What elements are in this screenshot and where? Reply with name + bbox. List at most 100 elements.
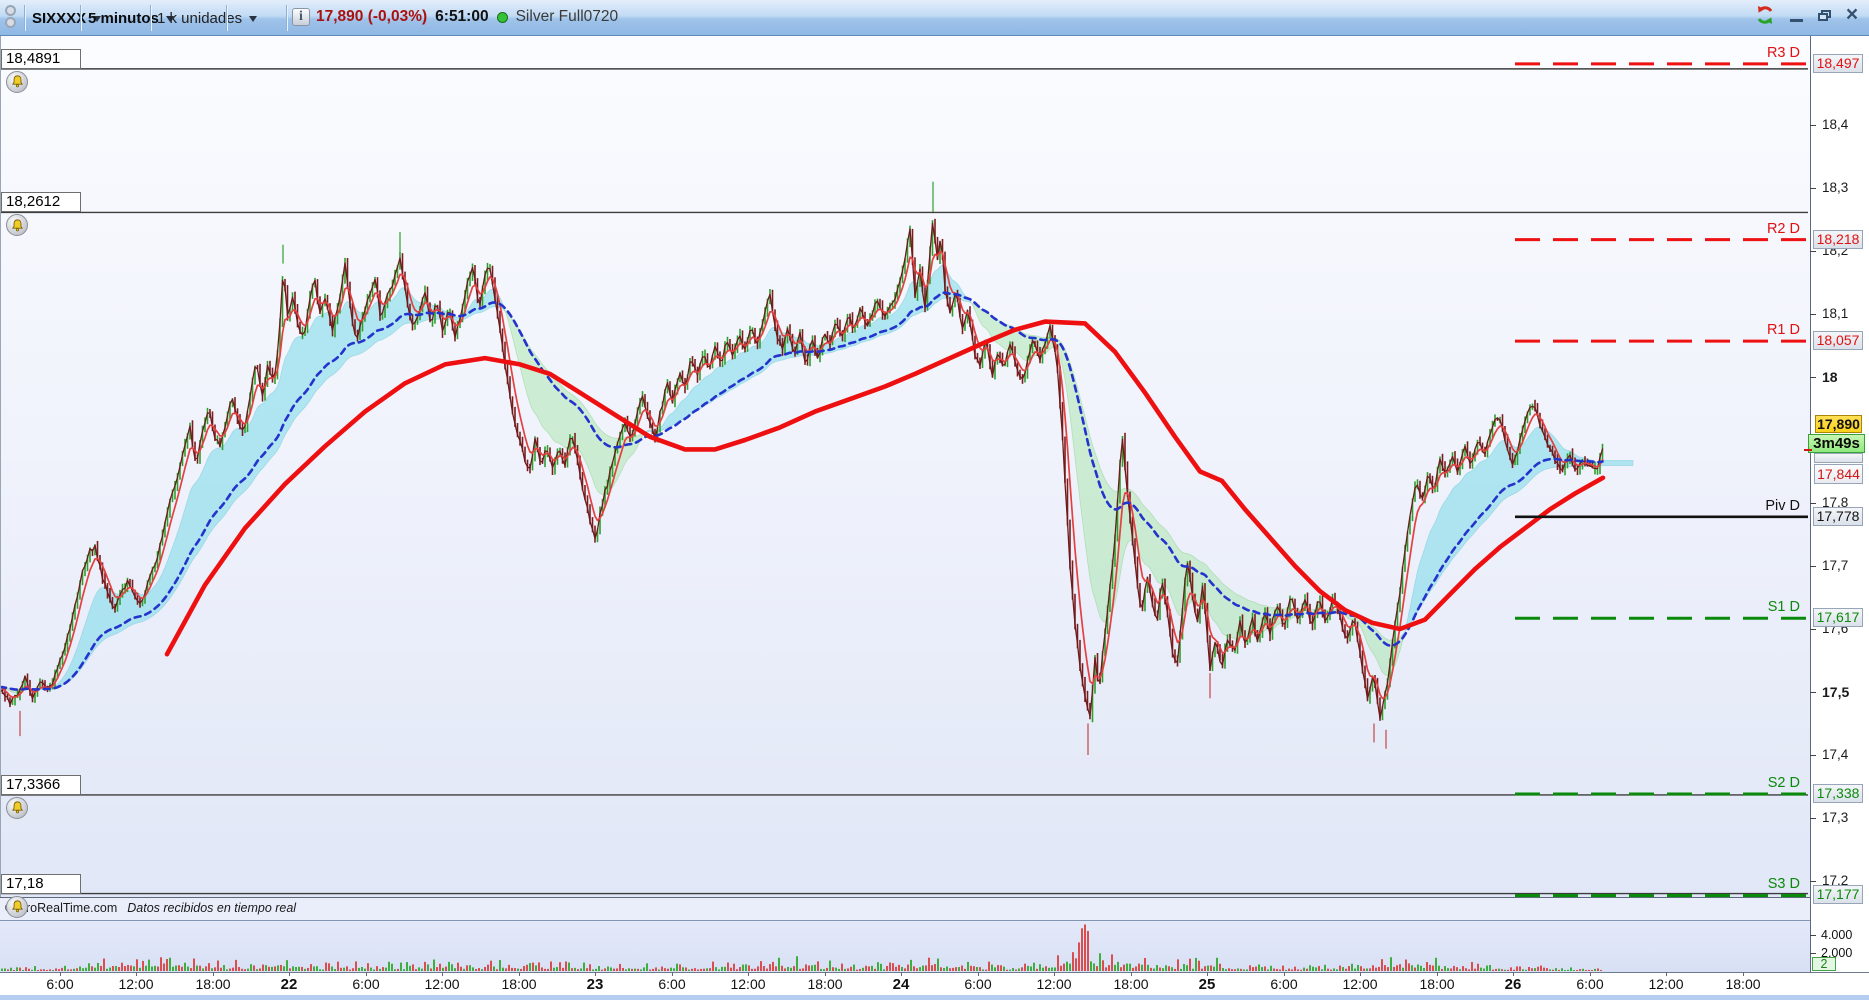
price-axis-label: 18,4 (1822, 117, 1849, 132)
pivot-axis-label: 17,778 (1813, 506, 1863, 526)
time-axis-label: 26 (1504, 976, 1522, 993)
pivot-axis-label: 17,177 (1813, 885, 1863, 905)
price-axis-label: 18,3 (1822, 180, 1849, 195)
volume-axis-tick (1810, 935, 1816, 936)
pivot-axis-label: 18,057 (1813, 331, 1863, 351)
time-axis-label: 25 (1198, 976, 1216, 993)
units-label: 1 k unidades (157, 9, 243, 27)
alert-price-label: 17,3366 (1, 774, 81, 795)
toolbar-separator (286, 5, 287, 31)
toolbar-separator (80, 5, 81, 31)
time-axis-label: 18:00 (1113, 976, 1149, 992)
price-axis-tick (1810, 187, 1816, 189)
instrument-label: SIXXXX (32, 9, 87, 27)
alert-price-label: 17,18 (1, 873, 81, 894)
time-axis-label: 6:00 (964, 976, 992, 992)
time-axis-label: 6:00 (658, 976, 686, 992)
refresh-icon[interactable] (1753, 4, 1777, 26)
window-grip-icon[interactable] (5, 5, 19, 31)
price-axis-label: 17,5 (1822, 684, 1850, 700)
close-button[interactable]: × (1843, 4, 1861, 26)
price-axis-tick (1810, 754, 1816, 756)
price-chart-pane[interactable] (0, 36, 1810, 897)
time-axis-label: 18:00 (501, 976, 537, 992)
time-axis-label: 22 (280, 976, 298, 993)
window-buttons: × (1753, 4, 1861, 26)
alert-bell-icon[interactable] (6, 70, 28, 93)
pivot-level-name: S1 D (1767, 599, 1800, 616)
pivot-axis-label: 17,338 (1813, 784, 1863, 804)
alert-price-label: 18,4891 (1, 48, 81, 69)
last-price-label: 17,890 (1815, 415, 1862, 433)
price-axis-tick (1810, 313, 1816, 315)
time-axis-label: 18:00 (195, 976, 231, 992)
price-axis-label: 17,3 (1822, 810, 1849, 825)
application-window: SIXXXX 5 minutos 1 k unidades i 17,890 (… (0, 0, 1869, 1000)
price-axis-tick (1810, 628, 1816, 630)
last-price-change: 17,890 (-0,03%) (316, 8, 428, 25)
alert-bell-icon[interactable] (6, 796, 28, 819)
timeframe-label: 5 minutos (88, 9, 159, 27)
obscured-price-label (1814, 453, 1863, 463)
connection-status-icon (496, 11, 508, 23)
time-axis-label: 12:00 (424, 976, 460, 992)
volume-axis-tick (1810, 953, 1816, 954)
time-axis-label: 18:00 (1419, 976, 1455, 992)
countdown-label: 3m49s (1808, 434, 1865, 453)
time-axis-label: 6:00 (1270, 976, 1298, 992)
time-axis-label: 23 (586, 976, 604, 993)
pivot-level-name: R3 D (1766, 44, 1800, 61)
pivot-axis-label: 18,497 (1813, 53, 1863, 73)
title-bar: SIXXXX 5 minutos 1 k unidades i 17,890 (… (0, 0, 1869, 36)
time-axis-label: 12:00 (1036, 976, 1072, 992)
price-axis-tick (1810, 502, 1816, 504)
price-axis-label: 18 (1822, 369, 1838, 385)
last-volume-badge: 2 (1812, 957, 1836, 971)
copyright-line: © ProRealTime.com Datos recibidos en tiem… (5, 901, 296, 915)
feed-status-text: Datos recibidos en tiempo real (127, 901, 297, 915)
time-axis-label: 6:00 (1576, 976, 1604, 992)
time-axis-label: 12:00 (118, 976, 154, 992)
price-axis-tick (1810, 817, 1816, 819)
window-bottom-border (0, 995, 1869, 1000)
minimize-button[interactable] (1787, 4, 1805, 26)
price-axis-label: 17,4 (1822, 747, 1849, 762)
time-axis-label: 6:00 (46, 976, 74, 992)
price-axis-tick (1810, 376, 1816, 378)
time-axis-label: 18:00 (1725, 976, 1761, 992)
pivot-axis-label: 17,617 (1813, 608, 1863, 628)
info-icon[interactable]: i (292, 8, 310, 26)
quote-area: 17,890 (-0,03%) 6:51:00 Silver Full0720 (316, 8, 618, 26)
price-axis-tick (1810, 565, 1816, 567)
toolbar-separator (24, 5, 25, 31)
time-axis-label: 12:00 (1342, 976, 1378, 992)
pivot-axis-label: 18,218 (1813, 229, 1863, 249)
time-axis-label: 18:00 (807, 976, 843, 992)
price-axis-tick (1810, 880, 1816, 882)
restore-button[interactable] (1815, 4, 1833, 26)
pivot-level-name: Piv D (1765, 497, 1800, 514)
pivot-level-name: R1 D (1766, 322, 1800, 339)
price-axis-tick (1810, 124, 1816, 126)
alert-bell-icon[interactable] (6, 895, 28, 918)
toolbar-separator (226, 5, 227, 31)
quote-time: 6:51:00 (435, 8, 489, 25)
pivot-level-name: R2 D (1766, 220, 1800, 237)
pivot-level-name: S2 D (1767, 775, 1800, 792)
volume-axis-label: 4.000 (1821, 928, 1853, 942)
current-price-marker (1804, 449, 1812, 451)
feed-name: Silver Full0720 (515, 8, 619, 25)
price-axis-tick (1810, 691, 1816, 693)
volume-pane[interactable] (0, 920, 1810, 972)
toolbar-separator (150, 5, 151, 31)
price-axis-label: 18,1 (1822, 306, 1849, 321)
time-axis-label: 6:00 (352, 976, 380, 992)
alert-price-label: 18,2612 (1, 192, 81, 213)
time-axis-label: 12:00 (730, 976, 766, 992)
units-dropdown[interactable]: 1 k unidades (157, 7, 258, 29)
time-axis-label: 12:00 (1648, 976, 1684, 992)
time-axis-label: 24 (892, 976, 910, 993)
bid-price-label: 17,844 (1814, 464, 1863, 484)
pivot-level-name: S3 D (1767, 876, 1800, 893)
price-axis-label: 17,7 (1822, 558, 1849, 573)
